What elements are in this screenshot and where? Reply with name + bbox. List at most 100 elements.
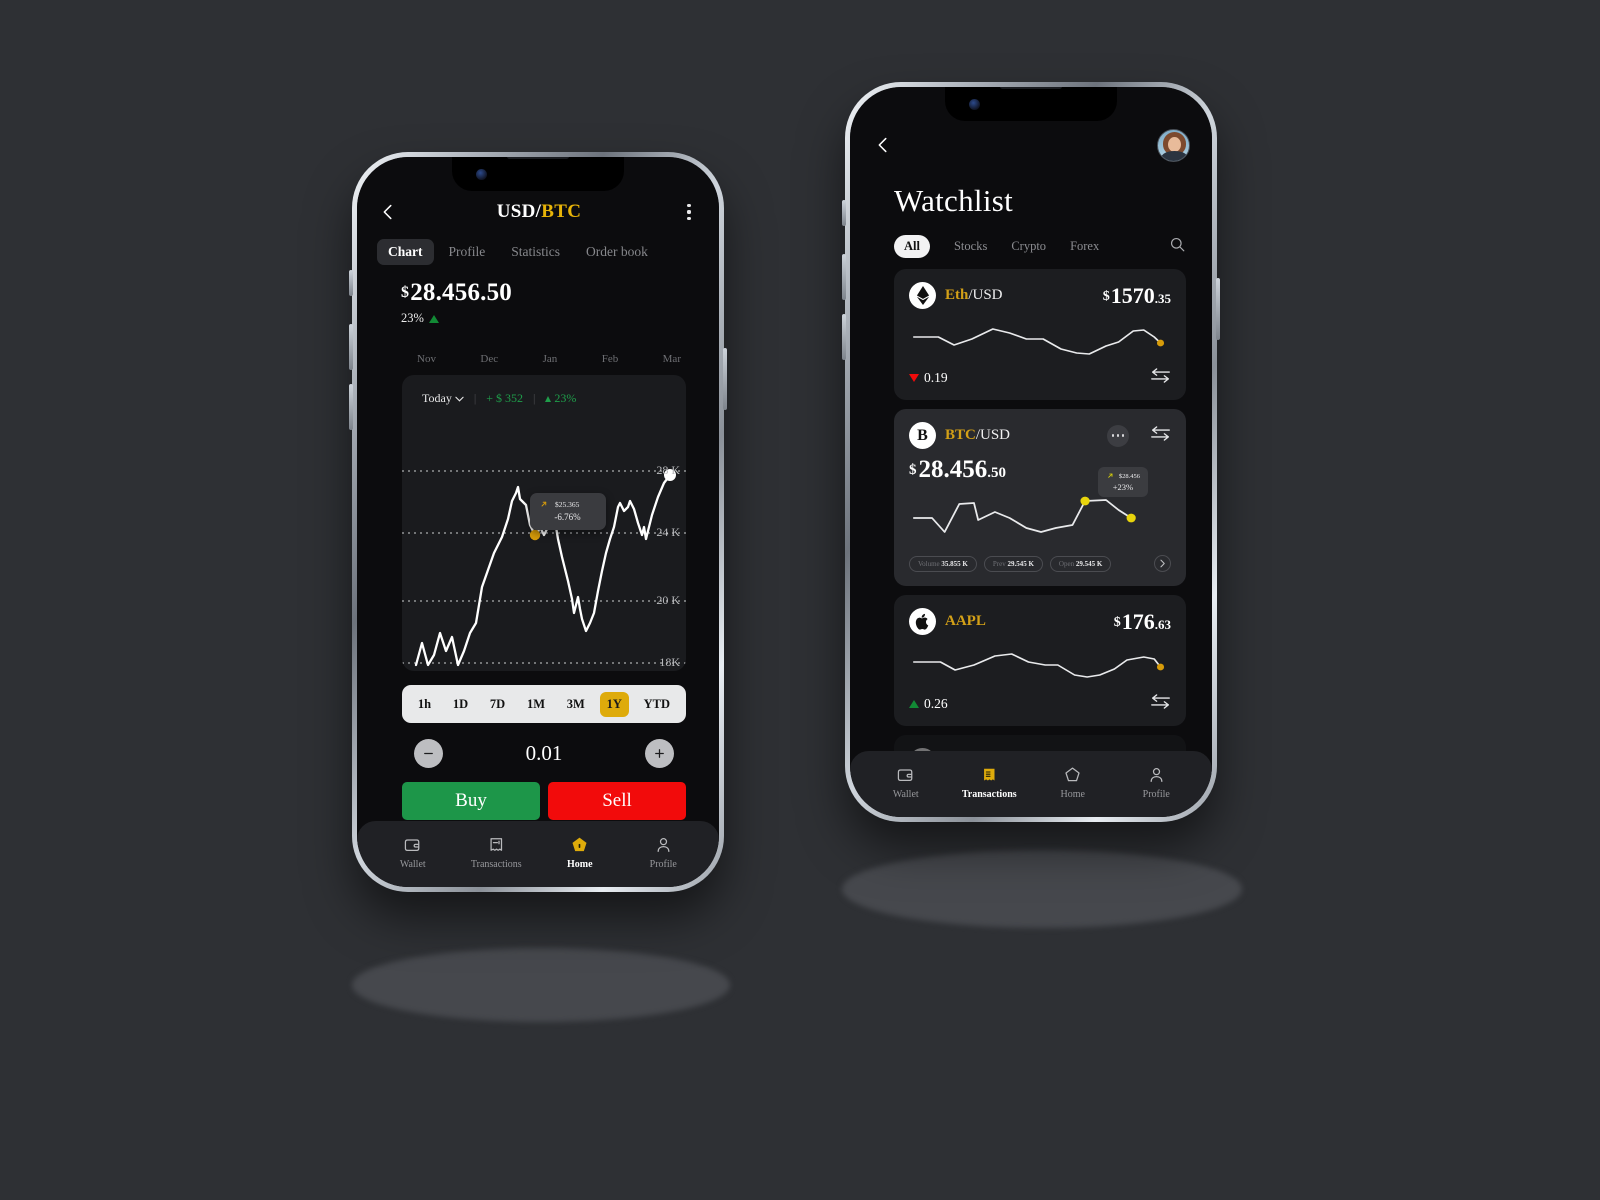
nav-item-wallet[interactable]: Wallet: [875, 765, 937, 800]
list-item-btc[interactable]: B BTC/USD $28.456.50 $28.456 +23% Volume…: [894, 409, 1186, 586]
tooltip-value: $25.365: [555, 500, 580, 509]
btc-swap-button[interactable]: [1150, 425, 1171, 446]
filter-all[interactable]: All: [894, 235, 930, 258]
avatar-face: [1168, 136, 1181, 152]
chevron-right-icon: [1160, 559, 1165, 568]
bitcoin-icon: B: [909, 422, 936, 449]
apple-icon: [909, 608, 936, 635]
trade-screen: USD/BTC Chart Profile Statistics Order b…: [357, 157, 719, 887]
range-1y-label: 1Y: [606, 696, 622, 711]
current-price-block: $28.456.50 23%: [401, 279, 512, 326]
tab-order-book-label: Order book: [586, 244, 648, 259]
home-pentagon-icon: [572, 837, 587, 851]
range-1h[interactable]: 1h: [411, 692, 438, 717]
aapl-swap-button[interactable]: [1150, 694, 1171, 714]
search-button[interactable]: [1169, 236, 1186, 258]
pair-base: USD: [496, 201, 536, 222]
y-tick-20k: 20 K: [656, 593, 680, 607]
bitcoin-glyph: B: [917, 426, 928, 444]
list-item-eth[interactable]: Eth/USD $1570.35 0.19: [894, 269, 1186, 400]
y-tick-18k: 18K: [659, 655, 680, 669]
notch: [452, 157, 624, 191]
swap-icon: [1151, 368, 1170, 383]
watchlist-items: Eth/USD $1570.35 0.19 B BTC/USD $28.456.…: [894, 269, 1186, 787]
btc-price-main: 28.456: [918, 456, 988, 483]
power-button[interactable]: [723, 348, 727, 410]
filter-all-label: All: [904, 239, 920, 253]
mute-switch[interactable]: [349, 270, 353, 296]
phone-left-floor-shadow: [352, 948, 730, 1022]
range-1m[interactable]: 1M: [520, 692, 552, 717]
decrement-button[interactable]: [414, 739, 443, 768]
y-tick-28k: 28 K: [656, 463, 680, 477]
aapl-price-dec: .63: [1154, 616, 1171, 632]
nav-item-home[interactable]: Home: [1042, 765, 1104, 800]
eth-price: $1570.35: [1103, 283, 1171, 309]
range-1y[interactable]: 1Y: [599, 691, 629, 717]
earpiece-speaker: [507, 157, 569, 159]
nav-label-profile: Profile: [1142, 788, 1170, 800]
power-button-right[interactable]: [1216, 278, 1220, 340]
volume-up-button[interactable]: [349, 324, 353, 370]
range-7d-label: 7D: [489, 696, 506, 711]
chip-prev-key: Prev: [992, 559, 1006, 568]
chip-volume-key: Volume: [918, 559, 940, 568]
phone-device-trade: USD/BTC Chart Profile Statistics Order b…: [349, 152, 727, 892]
range-7d[interactable]: 7D: [483, 692, 512, 717]
avatar[interactable]: [1157, 128, 1190, 162]
search-icon: [1170, 237, 1185, 251]
tab-profile[interactable]: Profile: [438, 239, 497, 265]
tab-statistics[interactable]: Statistics: [500, 239, 571, 265]
nav-item-home[interactable]: Home: [549, 835, 611, 870]
nav-item-transactions[interactable]: Transactions: [465, 835, 527, 870]
btc-next-button[interactable]: [1154, 555, 1171, 572]
buy-button[interactable]: Buy: [402, 782, 540, 820]
tab-order-book[interactable]: Order book: [575, 239, 659, 265]
plus-icon: [655, 749, 664, 758]
x-tick-feb: Feb: [601, 353, 619, 365]
time-range-selector: 1h 1D 7D 1M 3M 1Y YTD: [402, 685, 686, 723]
volume-down-button[interactable]: [349, 384, 353, 430]
apple-glyph: [915, 613, 929, 630]
btc-more-button[interactable]: [1107, 424, 1129, 447]
swap-icon: [1151, 425, 1170, 441]
range-3m[interactable]: 3M: [560, 692, 592, 717]
eth-sparkline: [913, 328, 1165, 355]
eth-swap-button[interactable]: [1150, 368, 1171, 388]
list-item-aapl[interactable]: AAPL $176.63 0.26: [894, 595, 1186, 726]
chevron-left-icon[interactable]: [377, 201, 399, 223]
filter-stocks[interactable]: Stocks: [954, 239, 987, 254]
trade-action-buttons: Buy Sell: [402, 782, 686, 820]
aapl-sparkline: [913, 653, 1165, 678]
nav-item-profile[interactable]: Profile: [1125, 765, 1187, 800]
trend-arrow-icon: [1108, 473, 1113, 478]
nav-item-transactions[interactable]: Transactions: [958, 765, 1020, 800]
nav-label-transactions: Transactions: [961, 788, 1017, 800]
kebab-menu-icon[interactable]: [679, 204, 699, 220]
volume-down-button-right[interactable]: [842, 314, 846, 360]
eth-currency: $: [1102, 288, 1110, 304]
quantity-value[interactable]: 0.01: [526, 741, 563, 766]
price-chart-card[interactable]: Today | + $ 352 | 23% 28 K 24 K 20 K 18K…: [402, 375, 686, 671]
chevron-left-icon[interactable]: [872, 134, 894, 156]
volume-up-button-right[interactable]: [842, 254, 846, 300]
tab-chart[interactable]: Chart: [377, 239, 434, 265]
range-1d[interactable]: 1D: [446, 692, 475, 717]
btc-spark-line: [913, 499, 1132, 533]
chip-open-key: Open: [1058, 559, 1075, 568]
filter-crypto[interactable]: Crypto: [1011, 239, 1046, 254]
range-ytd-label: YTD: [643, 696, 671, 711]
filter-forex[interactable]: Forex: [1070, 239, 1099, 254]
sell-button[interactable]: Sell: [548, 782, 686, 820]
eth-symbol: Eth: [945, 287, 969, 303]
quantity-stepper: 0.01: [402, 739, 686, 768]
increment-button[interactable]: [645, 739, 674, 768]
nav-item-profile[interactable]: Profile: [632, 835, 694, 870]
price-change-value: 23%: [401, 311, 424, 325]
nav-item-wallet[interactable]: Wallet: [382, 835, 444, 870]
receipt-icon: [983, 768, 995, 780]
screenshot-stage: USD/BTC Chart Profile Statistics Order b…: [0, 0, 1600, 1200]
mute-switch-right[interactable]: [842, 200, 846, 226]
range-ytd[interactable]: YTD: [637, 692, 677, 717]
front-camera-icon-right: [969, 99, 980, 110]
